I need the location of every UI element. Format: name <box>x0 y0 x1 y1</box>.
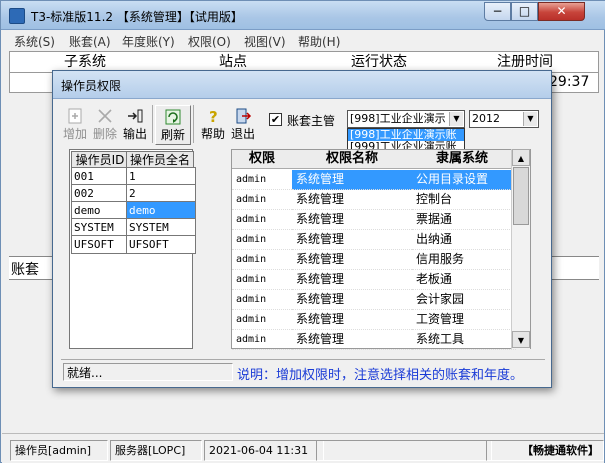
permission-row-cell[interactable]: admin <box>232 230 296 250</box>
maximize-button[interactable]: □ <box>511 2 538 21</box>
add-button-label: 增加 <box>62 127 87 141</box>
account-master-label: 账套主管 <box>287 114 336 128</box>
app-logo-icon <box>9 8 25 24</box>
delete-button[interactable]: 删除 <box>91 105 119 143</box>
account-select-value: [998]工业企业演示 <box>350 112 446 125</box>
permission-row-cell[interactable]: 系统管理 <box>292 250 416 270</box>
menu-bar: 系统(S) 账套(A) 年度账(Y) 权限(O) 视图(V) 帮助(H) <box>2 30 604 50</box>
permission-row-cell[interactable]: admin <box>232 330 296 350</box>
permission-row-cell[interactable]: admin <box>232 290 296 310</box>
permission-row-cell[interactable]: 系统管理 <box>292 210 416 230</box>
account-option-998[interactable]: [998]工业企业演示账 <box>348 129 464 141</box>
year-select-value: 2012 <box>472 112 500 125</box>
scroll-thumb[interactable] <box>513 167 529 225</box>
menu-year-account[interactable]: 年度账(Y) <box>122 33 175 50</box>
chevron-down-icon[interactable]: ▼ <box>523 112 537 126</box>
menu-system[interactable]: 系统(S) <box>14 33 55 50</box>
permission-row-cell[interactable]: 信用服务 <box>412 250 516 270</box>
scroll-up-arrow-icon[interactable]: ▲ <box>512 149 530 166</box>
table-row[interactable]: UFSOFT <box>71 235 131 254</box>
permission-row-cell[interactable]: 系统管理 <box>292 310 416 330</box>
menu-account[interactable]: 账套(A) <box>69 33 111 50</box>
add-button[interactable]: 增加 <box>61 105 89 143</box>
permission-row-cell[interactable]: 系统管理 <box>292 170 416 190</box>
svg-text:?: ? <box>209 108 218 125</box>
dialog-ready-text: 就绪... <box>63 363 233 381</box>
permission-row-cell[interactable]: 出纳通 <box>412 230 516 250</box>
account-section-label: 账套 <box>11 262 39 278</box>
permission-row-cell[interactable]: 公用目录设置 <box>412 170 516 190</box>
menu-view[interactable]: 视图(V) <box>244 33 286 50</box>
permission-row-cell[interactable]: 会计家园 <box>412 290 516 310</box>
operator-permission-dialog: 操作员权限 增加 删除 输出 刷新 ? 帮助 退出 ✔ 账套主管 [998]工业… <box>52 70 552 388</box>
output-icon <box>128 109 143 123</box>
column-header-subsystem: 隶属系统 <box>412 150 513 169</box>
permission-row-cell[interactable]: 系统管理 <box>292 290 416 310</box>
operator-table: 操作员ID 操作员全名 001 1 002 2 demo demo SYSTEM… <box>69 149 196 349</box>
toolbar-separator <box>193 105 194 143</box>
window-title: T3-标准版11.2 【系统管理】【试用版】 <box>31 10 243 24</box>
status-bar: 操作员[admin] 服务器[LOPC] 2021-06-04 11:31 【畅… <box>2 433 604 463</box>
refresh-button-label: 刷新 <box>160 128 185 142</box>
dialog-title: 操作员权限 <box>61 79 122 93</box>
permission-row-cell[interactable]: admin <box>232 210 296 230</box>
dialog-title-bar[interactable]: 操作员权限 <box>53 71 551 99</box>
exit-button[interactable]: 退出 <box>229 105 257 143</box>
register-time-cell: 29:37 <box>549 74 590 90</box>
help-icon: ? <box>209 108 218 125</box>
permission-row-cell[interactable]: 系统管理 <box>292 270 416 290</box>
permission-row-cell[interactable]: admin <box>232 310 296 330</box>
delete-button-label: 删除 <box>92 127 117 141</box>
title-bar[interactable]: T3-标准版11.2 【系统管理】【试用版】 − □ ✕ <box>1 1 605 30</box>
permission-row-cell[interactable]: 系统工具 <box>412 330 516 350</box>
account-select[interactable]: [998]工业企业演示 ▼ <box>347 110 465 128</box>
close-button[interactable]: ✕ <box>538 2 585 21</box>
dialog-note-text: 说明：增加权限时，注意选择相关的账套和年度。 <box>237 368 524 383</box>
vertical-scrollbar[interactable]: ▲ ▼ <box>511 149 530 349</box>
permission-row-cell[interactable]: 系统管理 <box>292 330 416 350</box>
output-button[interactable]: 输出 <box>121 105 149 143</box>
permission-row-cell[interactable]: 控制台 <box>412 190 516 210</box>
status-operator: 操作员[admin] <box>10 440 108 461</box>
help-button-label: 帮助 <box>200 127 225 141</box>
status-brand: 【畅捷通软件】 <box>486 440 604 461</box>
exit-button-label: 退出 <box>230 127 255 141</box>
dialog-body: 增加 删除 输出 刷新 ? 帮助 退出 ✔ 账套主管 [998]工业企业演示 ▼… <box>59 101 545 383</box>
refresh-button[interactable]: 刷新 <box>155 105 191 145</box>
scroll-down-arrow-icon[interactable]: ▼ <box>512 331 530 348</box>
permission-row-cell[interactable]: 系统管理 <box>292 190 416 210</box>
permission-row-cell[interactable]: admin <box>232 250 296 270</box>
chevron-down-icon[interactable]: ▼ <box>449 112 463 126</box>
output-button-label: 输出 <box>122 127 147 141</box>
minimize-button[interactable]: − <box>484 2 511 21</box>
account-master-checkbox[interactable]: ✔ <box>269 113 282 126</box>
year-select[interactable]: 2012 ▼ <box>469 110 539 128</box>
refresh-icon <box>165 109 181 125</box>
column-header-permission-name: 权限名称 <box>292 150 413 169</box>
permission-row-cell[interactable]: 票据通 <box>412 210 516 230</box>
add-document-icon <box>68 108 82 124</box>
menu-permission[interactable]: 权限(O) <box>188 33 231 50</box>
status-empty <box>316 440 492 461</box>
table-row[interactable]: UFSOFT <box>126 235 196 254</box>
permission-row-cell[interactable]: admin <box>232 270 296 290</box>
column-header-permission: 权限 <box>232 150 293 169</box>
permission-row-cell[interactable]: 工资管理 <box>412 310 516 330</box>
status-server: 服务器[LOPC] <box>110 440 202 461</box>
permission-row-cell[interactable]: 系统管理 <box>292 230 416 250</box>
status-datetime: 2021-06-04 11:31 <box>204 440 324 461</box>
permission-row-cell[interactable]: admin <box>232 170 296 190</box>
delete-x-icon <box>98 109 112 123</box>
permission-row-cell[interactable]: admin <box>232 190 296 210</box>
help-button[interactable]: ? 帮助 <box>199 105 227 143</box>
menu-help[interactable]: 帮助(H) <box>298 33 340 50</box>
exit-icon <box>236 108 252 124</box>
permission-grid: 权限 权限名称 隶属系统 admin 系统管理 公用目录设置 admin 系统管理 控制台… <box>231 149 531 350</box>
permission-row-cell[interactable]: 老板通 <box>412 270 516 290</box>
toolbar-separator <box>152 105 153 143</box>
